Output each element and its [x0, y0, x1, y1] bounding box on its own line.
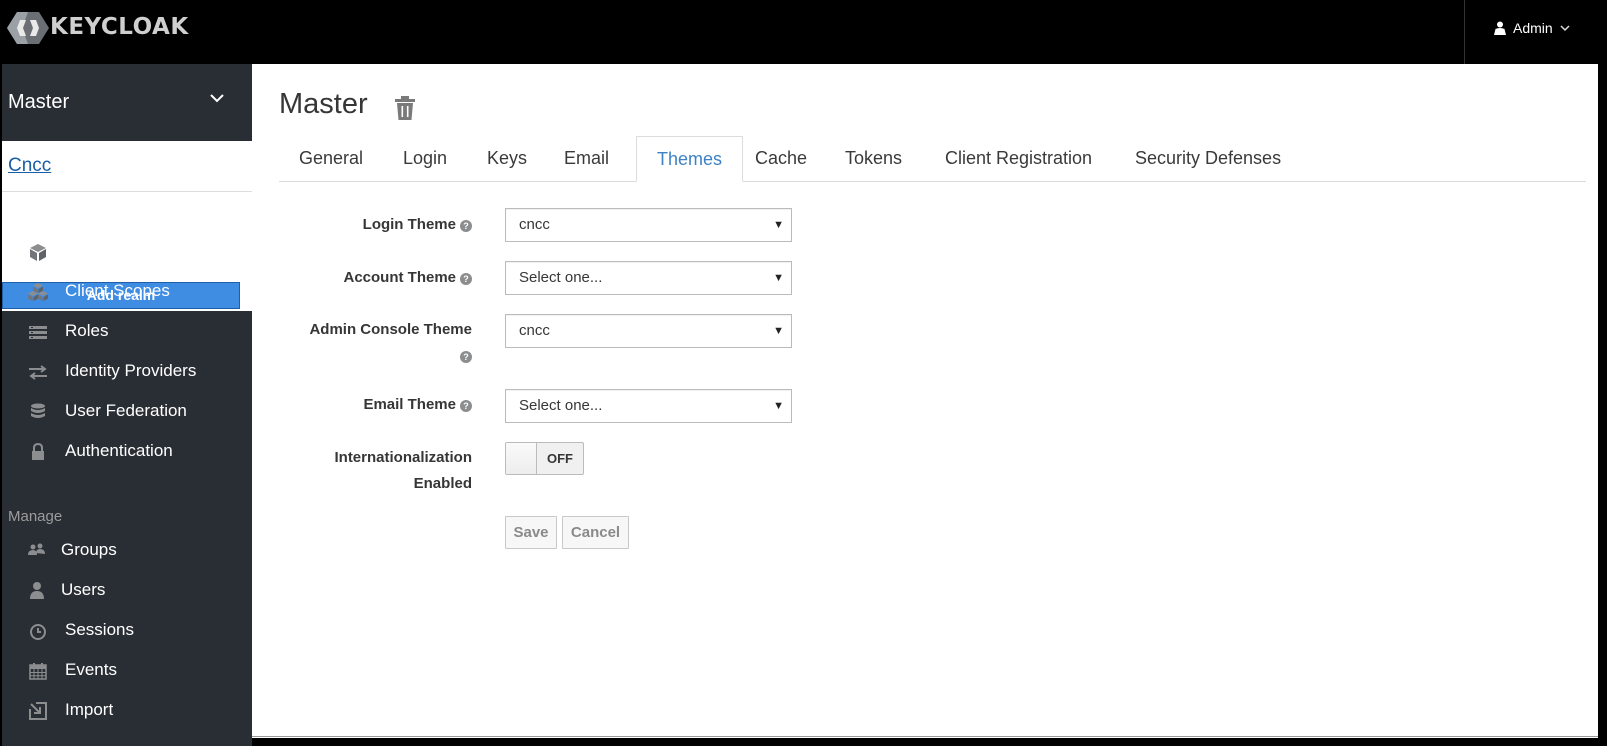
- login-theme-select[interactable]: cncc ▼: [505, 208, 792, 242]
- top-navbar: KEYCLOAK Admin: [0, 0, 1607, 64]
- exchange-icon: [29, 365, 47, 380]
- lock-icon: [32, 442, 44, 460]
- email-theme-label-text: Email Theme: [363, 396, 456, 413]
- toggle-knob: [506, 443, 537, 474]
- user-name: Admin: [1513, 20, 1553, 36]
- sidebar-item-label: Identity Providers: [65, 361, 197, 380]
- save-button[interactable]: Save: [505, 516, 557, 549]
- import-icon: [29, 702, 47, 720]
- caret-down-icon: ▼: [773, 219, 784, 231]
- sidebar-item-label: User Federation: [65, 401, 187, 420]
- chevron-down-icon: [1560, 25, 1570, 32]
- realm-selector[interactable]: Master: [2, 64, 252, 141]
- login-theme-value: cncc: [519, 216, 550, 233]
- help-icon[interactable]: ?: [460, 273, 472, 285]
- window-edge-line: [252, 736, 1598, 737]
- list-icon: [29, 326, 47, 339]
- main-content: Master General Login Keys Email Themes C…: [252, 64, 1598, 738]
- admin-console-theme-label: Admin Console Theme ?: [272, 317, 472, 369]
- sidebar-item-roles[interactable]: Roles: [2, 312, 252, 352]
- sidebar-item-sessions[interactable]: Sessions: [2, 611, 252, 651]
- internationalization-toggle[interactable]: OFF: [505, 442, 584, 475]
- sidebar-item-label: Users: [61, 580, 106, 599]
- cube-icon: [30, 244, 46, 261]
- tab-email[interactable]: Email: [544, 136, 629, 182]
- tab-tokens[interactable]: Tokens: [825, 136, 922, 182]
- tab-security-defenses[interactable]: Security Defenses: [1115, 136, 1301, 182]
- tab-themes[interactable]: Themes: [636, 136, 744, 182]
- tab-general[interactable]: General: [279, 136, 383, 182]
- sidebar-item-client-scopes[interactable]: Client Scopes: [2, 272, 252, 312]
- sidebar-item-users[interactable]: Users: [2, 571, 252, 611]
- realm-selector-label: Master: [8, 91, 70, 113]
- user-icon: [1494, 21, 1506, 35]
- clock-icon: [30, 624, 46, 640]
- login-theme-label-text: Login Theme: [362, 216, 456, 233]
- trash-icon[interactable]: [394, 95, 416, 121]
- sidebar-item-authentication[interactable]: Authentication: [2, 432, 252, 472]
- sidebar-item-events[interactable]: Events: [2, 651, 252, 691]
- help-icon[interactable]: ?: [460, 400, 472, 412]
- calendar-icon: [29, 663, 47, 680]
- help-icon[interactable]: ?: [460, 351, 472, 363]
- sidebar-item-label: Clients: [65, 241, 117, 260]
- admin-console-theme-select[interactable]: cncc ▼: [505, 314, 792, 348]
- sidebar-item-label: Roles: [65, 321, 109, 340]
- window-edge-right: [1598, 64, 1607, 746]
- account-theme-select[interactable]: Select one... ▼: [505, 261, 792, 295]
- keycloak-logo[interactable]: KEYCLOAK: [6, 8, 201, 48]
- sidebar-item-label: Events: [65, 660, 117, 679]
- sidebar-item-groups[interactable]: Groups: [2, 531, 252, 571]
- internationalization-label-line2: Enabled: [413, 475, 472, 492]
- sidebar-item-label: Sessions: [65, 620, 134, 639]
- toggle-state: OFF: [547, 451, 573, 466]
- caret-down-icon: ▼: [773, 272, 784, 284]
- realm-option-cncc[interactable]: Cncc: [8, 155, 51, 177]
- tab-login[interactable]: Login: [383, 136, 467, 182]
- tab-keys[interactable]: Keys: [467, 136, 547, 182]
- internationalization-label-line1: Internationalization: [334, 449, 472, 466]
- realm-settings-tabs: General Login Keys Email Themes Cache To…: [279, 136, 1586, 182]
- sidebar-item-clients[interactable]: Clients: [2, 232, 252, 272]
- help-icon[interactable]: ?: [460, 220, 472, 232]
- sidebar-item-label: Import: [65, 700, 114, 719]
- sidebar-item-label: Authentication: [65, 441, 173, 460]
- email-theme-value: Select one...: [519, 397, 603, 414]
- window-edge-bottom: [252, 738, 1598, 746]
- database-icon: [31, 403, 45, 418]
- sidebar-item-identity-providers[interactable]: Identity Providers: [2, 352, 252, 392]
- user-menu[interactable]: Admin: [1494, 18, 1570, 38]
- account-theme-label: Account Theme?: [282, 265, 472, 291]
- sidebar-section-manage: Manage: [8, 508, 63, 525]
- tab-client-registration[interactable]: Client Registration: [925, 136, 1112, 182]
- email-theme-select[interactable]: Select one... ▼: [505, 389, 792, 423]
- admin-console-theme-label-text: Admin Console Theme: [309, 321, 472, 338]
- sidebar-item-import[interactable]: Import: [2, 691, 252, 731]
- sidebar: Master Cncc Add realm Clients Client Sco…: [2, 64, 252, 746]
- caret-down-icon: ▼: [773, 325, 784, 337]
- account-theme-value: Select one...: [519, 269, 603, 286]
- caret-down-icon: ▼: [773, 400, 784, 412]
- email-theme-label: Email Theme?: [282, 392, 472, 418]
- tab-cache[interactable]: Cache: [735, 136, 827, 182]
- navbar-divider: [1464, 0, 1465, 64]
- chevron-down-icon: [210, 94, 224, 103]
- login-theme-label: Login Theme?: [282, 212, 472, 238]
- user-icon: [30, 582, 44, 599]
- cancel-button[interactable]: Cancel: [562, 516, 629, 549]
- sidebar-item-label: Groups: [61, 540, 117, 559]
- cubes-icon: [28, 283, 48, 301]
- internationalization-label: Internationalization Enabled: [272, 445, 472, 497]
- sidebar-item-label: Client Scopes: [65, 281, 170, 300]
- keycloak-hex-icon: [7, 12, 49, 44]
- page-title: Master: [279, 88, 368, 120]
- admin-console-theme-value: cncc: [519, 322, 550, 339]
- sidebar-item-user-federation[interactable]: User Federation: [2, 392, 252, 432]
- account-theme-label-text: Account Theme: [343, 269, 456, 286]
- brand-name: KEYCLOAK: [50, 14, 189, 40]
- dropdown-divider: [2, 191, 252, 192]
- users-icon: [28, 543, 45, 555]
